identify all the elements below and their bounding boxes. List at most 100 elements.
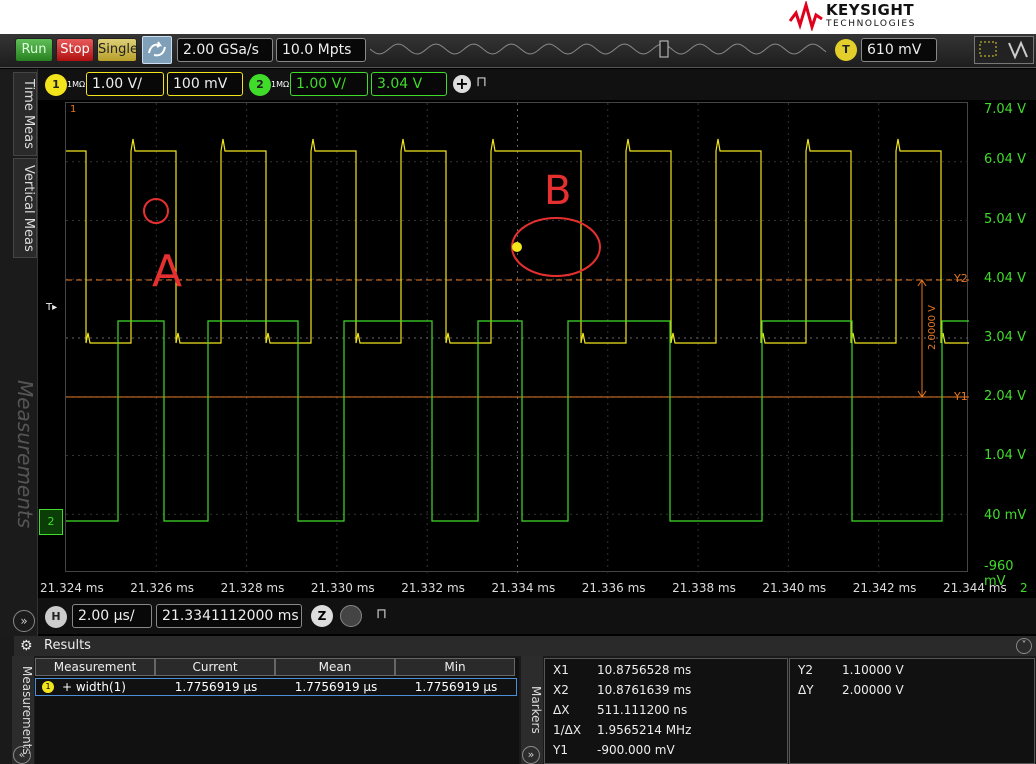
waveform-grid[interactable] — [65, 102, 969, 573]
y2-label: Y2 — [954, 272, 968, 285]
annotation-ellipse-b — [511, 217, 601, 277]
marker-value: 10.8756528 ms — [597, 663, 692, 677]
timeline-overview[interactable] — [370, 40, 828, 58]
timebase-scale[interactable]: 2.00 µs/ — [72, 604, 152, 628]
annotation-b: B — [544, 168, 572, 214]
zoom-box-icon — [979, 40, 1028, 60]
results-header: ⚙ Results — [14, 636, 1036, 656]
ch2-offset[interactable]: 3.04 V — [371, 72, 447, 96]
ch1-offset[interactable]: 100 mV — [167, 72, 243, 96]
horizontal-badge[interactable]: H — [45, 606, 67, 628]
marker-key: X2 — [553, 683, 569, 697]
x-scale-label: 21.324 ms — [40, 581, 104, 595]
row-min: 1.7756919 µs — [414, 680, 498, 694]
col-min[interactable]: Min — [395, 658, 515, 676]
measurements-watermark: Measurements — [13, 380, 37, 529]
y-scale-label: 40 mV — [984, 508, 1027, 523]
ch1-marker: 1 — [70, 104, 77, 115]
x-scale-label: 21.340 ms — [762, 581, 827, 595]
ch1-badge[interactable]: 1 — [45, 74, 67, 96]
markers-panel-deltas: Y2 1.10000 V ΔY 2.00000 V — [789, 658, 1035, 764]
marker-key: 1/ΔX — [553, 723, 582, 737]
waveform-display — [66, 103, 969, 573]
timebase-pin-icon[interactable]: ⊓ — [376, 606, 387, 622]
navigate-icon[interactable] — [340, 605, 362, 627]
collapse-results-button[interactable]: ˅ — [1016, 638, 1032, 654]
marker-value: 10.8761639 ms — [597, 683, 692, 697]
ch2-scale[interactable]: 1.00 V/ — [290, 72, 368, 96]
gear-icon[interactable]: ⚙ — [20, 636, 33, 656]
trigger-icon: T — [835, 39, 857, 61]
results-title: Results — [44, 638, 91, 653]
x-scale-label: 21.342 ms — [852, 581, 917, 595]
y1-label: Y1 — [954, 390, 968, 403]
row-channel-badge: 1 — [42, 681, 54, 693]
delta-label: 2.0000 V — [927, 304, 938, 350]
ch2-badge[interactable]: 2 — [249, 74, 271, 96]
marker-value: 2.00000 V — [842, 683, 904, 697]
refresh-icon — [148, 41, 166, 57]
brand-bar: KEYSIGHT TECHNOLOGIES — [0, 0, 1036, 34]
y-scale-label: 5.04 V — [984, 212, 1026, 227]
keysight-wave-icon — [788, 1, 823, 31]
marker-key: Y1 — [553, 743, 568, 757]
x-scale-label: 21.338 ms — [672, 581, 736, 595]
brand-name: KEYSIGHT — [825, 0, 915, 19]
marker-value: 1.10000 V — [842, 663, 904, 677]
sample-rate-field[interactable]: 2.00 GSa/s — [177, 38, 273, 62]
keysight-logo: KEYSIGHT TECHNOLOGIES — [788, 1, 916, 31]
markers-scroll[interactable]: » — [522, 746, 540, 764]
y-scale-label: 6.04 V — [984, 152, 1026, 167]
x-scale-label: 21.332 ms — [401, 581, 465, 595]
marker-value: 511.111200 ns — [597, 703, 688, 717]
y-scale-label: 2.04 V — [984, 389, 1026, 404]
brand-sub: TECHNOLOGIES — [825, 18, 916, 29]
marker-value: -900.000 mV — [597, 743, 675, 757]
marker-key: Y2 — [798, 663, 813, 677]
x-right-marker: 2 — [1020, 581, 1028, 595]
single-button[interactable]: Single — [97, 38, 138, 62]
x-scale-label: 21.326 ms — [130, 581, 195, 595]
row-current: 1.7756919 µs — [174, 680, 258, 694]
run-button[interactable]: Run — [15, 38, 53, 62]
zoom-icon[interactable]: Z — [311, 605, 333, 627]
measurements-table: Measurement Current Mean Min 1 + width(1… — [35, 658, 519, 764]
add-channel-button[interactable]: + — [453, 75, 471, 93]
tab-time-meas[interactable]: Time Meas — [13, 72, 37, 156]
ch1-scale[interactable]: 1.00 V/ — [86, 72, 164, 96]
x-scale-label: 21.344 ms — [943, 581, 1007, 595]
table-row[interactable]: 1 + width(1) 1.7756919 µs 1.7756919 µs 1… — [35, 678, 517, 696]
pin-icon[interactable]: ⊓ — [476, 74, 487, 90]
row-mean: 1.7756919 µs — [294, 680, 378, 694]
ch1-impedance: 1MΩ — [67, 80, 86, 89]
markers-panel: X1 10.8756528 ms X2 10.8761639 ms ΔX 511.1112… — [544, 658, 788, 764]
stop-button[interactable]: Stop — [56, 38, 94, 62]
trigger-level-field[interactable]: 610 mV — [861, 38, 937, 62]
results-panel: ⚙ Results ˅ Measurements Measurement Cur… — [0, 636, 1036, 764]
x-scale-label: 21.328 ms — [220, 581, 285, 595]
trigger-marker: T▸ — [46, 302, 58, 313]
tab-vertical-meas[interactable]: Vertical Meas — [13, 158, 37, 258]
col-mean[interactable]: Mean — [275, 658, 395, 676]
y-scale-label: 4.04 V — [984, 271, 1026, 286]
marker-key: ΔX — [553, 703, 570, 717]
marker-value: 1.9565214 MHz — [597, 723, 692, 737]
ch2-ground-marker[interactable]: 2 — [39, 509, 63, 535]
y-scale-label: 7.04 V — [984, 102, 1026, 117]
y-scale-label: 3.04 V — [984, 330, 1026, 345]
col-measurement[interactable]: Measurement — [35, 658, 155, 676]
y-scale-label: 1.04 V — [984, 448, 1026, 463]
x-scale-label: 21.336 ms — [581, 581, 646, 595]
expand-sidebar-button[interactable]: » — [13, 610, 35, 632]
acquisition-mode-button[interactable] — [142, 36, 172, 64]
ch2-impedance: 1MΩ — [271, 80, 290, 89]
col-current[interactable]: Current — [155, 658, 275, 676]
annotation-a: A — [152, 246, 183, 297]
memory-depth-field[interactable]: 10.0 Mpts — [276, 38, 366, 62]
marker-key: ΔY — [798, 683, 814, 697]
zoom-tools[interactable] — [974, 36, 1034, 64]
x-scale-label: 21.330 ms — [310, 581, 375, 595]
results-scroll-left[interactable]: « — [13, 746, 31, 764]
timebase-position[interactable]: 21.3341112000 ms — [156, 604, 302, 628]
row-measurement: + width(1) — [62, 680, 126, 694]
